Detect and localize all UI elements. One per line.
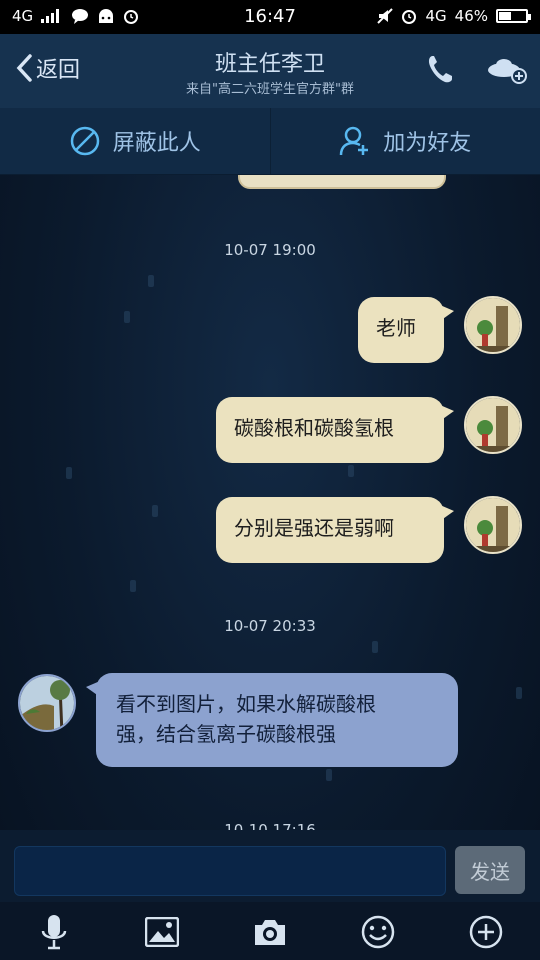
camera-icon[interactable] bbox=[250, 912, 290, 952]
phone-icon[interactable] bbox=[426, 54, 454, 84]
message-text: 分别是强还是弱啊 bbox=[234, 516, 394, 540]
status-bar: 4G 16:47 4G 46% bbox=[0, 0, 540, 34]
avatar-image bbox=[466, 498, 520, 552]
plus-icon[interactable] bbox=[466, 912, 506, 952]
background-speck bbox=[152, 505, 158, 517]
chat-area[interactable]: 10-07 19:00 老师 碳酸根和碳酸氢根 分别是强还是弱啊 10-07 2… bbox=[0, 175, 540, 830]
teacher-message-bubble[interactable]: 看不到图片，如果水解碳酸根 强，结合氢离子碳酸根强 bbox=[86, 673, 458, 767]
teacher-avatar[interactable] bbox=[18, 674, 76, 732]
background-speck bbox=[326, 769, 332, 781]
message-text-line2: 强，结合氢离子碳酸根强 bbox=[116, 722, 336, 746]
emoji-icon[interactable] bbox=[358, 912, 398, 952]
my-avatar[interactable] bbox=[464, 396, 522, 454]
network-label-right: 4G bbox=[425, 7, 447, 25]
background-speck bbox=[372, 641, 378, 653]
chat-title: 班主任李卫 bbox=[214, 52, 325, 77]
block-user-button[interactable]: 屏蔽此人 bbox=[0, 108, 270, 174]
my-avatar[interactable] bbox=[464, 296, 522, 354]
message-text-line1: 看不到图片，如果水解碳酸根 bbox=[116, 692, 376, 716]
add-friend-icon bbox=[339, 126, 369, 156]
battery-icon bbox=[496, 9, 531, 23]
block-icon bbox=[70, 126, 99, 156]
status-right: 4G 46% bbox=[377, 7, 531, 25]
message-input[interactable] bbox=[14, 846, 446, 896]
background-speck bbox=[124, 311, 130, 323]
message-text: 老师 bbox=[376, 316, 416, 340]
mute-icon bbox=[377, 8, 394, 24]
message-text: 碳酸根和碳酸氢根 bbox=[234, 416, 394, 440]
bottom-toolbar bbox=[0, 902, 540, 960]
background-speck bbox=[348, 465, 354, 477]
block-user-label: 屏蔽此人 bbox=[112, 131, 201, 156]
background-speck bbox=[148, 275, 154, 287]
background-speck bbox=[130, 580, 136, 592]
alarm-icon-right bbox=[402, 10, 417, 24]
avatar-image bbox=[20, 676, 74, 730]
microphone-icon[interactable] bbox=[34, 912, 74, 952]
my-message-bubble[interactable]: 碳酸根和碳酸氢根 bbox=[216, 397, 454, 463]
chat-subtitle: 来自"高二六班学生官方群"群 bbox=[186, 82, 354, 97]
background-speck bbox=[516, 687, 522, 699]
my-avatar[interactable] bbox=[464, 496, 522, 554]
input-bar: 发送 bbox=[0, 830, 540, 902]
timestamp-partial: 10-10 17:16 bbox=[224, 821, 316, 830]
avatar-image bbox=[466, 398, 520, 452]
image-icon[interactable] bbox=[142, 912, 182, 952]
my-message-bubble[interactable]: 老师 bbox=[358, 297, 454, 363]
chat-header: 返回 班主任李卫 来自"高二六班学生官方群"群 bbox=[0, 34, 540, 109]
previous-image-bubble[interactable] bbox=[238, 175, 446, 189]
my-message-bubble[interactable]: 分别是强还是弱啊 bbox=[216, 497, 454, 563]
battery-percent: 46% bbox=[454, 7, 488, 25]
timestamp: 10-07 19:00 bbox=[224, 241, 316, 259]
group-settings-icon[interactable] bbox=[486, 56, 528, 84]
add-friend-label: 加为好友 bbox=[383, 131, 472, 156]
background-speck bbox=[66, 467, 72, 479]
send-button[interactable]: 发送 bbox=[455, 846, 525, 894]
avatar-image bbox=[466, 298, 520, 352]
add-friend-button[interactable]: 加为好友 bbox=[271, 108, 540, 174]
action-bar: 屏蔽此人 加为好友 bbox=[0, 108, 540, 175]
timestamp: 10-07 20:33 bbox=[224, 617, 316, 635]
